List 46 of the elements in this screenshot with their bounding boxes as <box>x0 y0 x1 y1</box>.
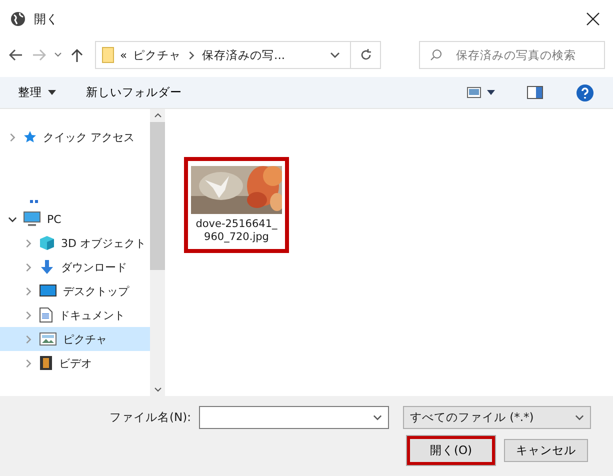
chevron-right-icon[interactable] <box>187 50 196 60</box>
overflow-chevron[interactable]: « <box>120 48 128 62</box>
refresh-icon[interactable] <box>360 49 372 61</box>
star-icon <box>23 130 37 144</box>
chevron-down-icon[interactable] <box>8 214 17 224</box>
search-icon <box>430 49 442 61</box>
file-name-label: ファイル名(N): <box>110 410 191 425</box>
nav-item[interactable]: ビデオ <box>0 351 150 375</box>
chevron-down-icon[interactable] <box>330 52 340 58</box>
chevron-down-icon[interactable] <box>575 413 584 422</box>
file-item[interactable]: dove-2516641_960_720.jpg <box>184 157 289 254</box>
scrollbar[interactable] <box>150 109 165 396</box>
scroll-down-icon[interactable] <box>154 387 162 392</box>
nav-item[interactable]: ピクチャ <box>0 327 150 351</box>
desktop-icon <box>39 284 57 298</box>
nav-item[interactable]: 3D オブジェクト <box>0 231 150 255</box>
cube-icon <box>39 235 55 251</box>
file-name-field[interactable] <box>199 406 389 429</box>
help-button[interactable] <box>575 82 595 102</box>
nav-item[interactable]: PC <box>0 207 150 231</box>
folder-icon <box>102 47 114 63</box>
document-icon <box>39 307 53 323</box>
address-bar[interactable]: « ピクチャ 保存済みの写... <box>95 41 381 69</box>
breadcrumb[interactable]: 保存済みの写... <box>202 48 286 62</box>
chevron-down-icon[interactable] <box>373 413 382 422</box>
nav-item[interactable]: デスクトップ <box>0 279 150 303</box>
breadcrumb[interactable]: ピクチャ <box>133 48 182 62</box>
new-folder-button[interactable]: 新しいフォルダー <box>86 85 182 100</box>
nav-item[interactable]: ドキュメント <box>0 303 150 327</box>
globe-icon <box>10 11 26 27</box>
window-title: 開く <box>34 10 59 28</box>
caret-icon[interactable] <box>487 90 495 95</box>
film-icon <box>39 355 53 371</box>
view-button[interactable] <box>467 87 495 98</box>
caret-icon[interactable] <box>48 90 56 95</box>
scroll-up-icon[interactable] <box>154 113 162 118</box>
nav-item[interactable]: ダウンロード <box>0 255 150 279</box>
image-icon <box>39 332 57 346</box>
search-field[interactable]: 保存済みの写真の検索 <box>419 41 605 69</box>
monitor-icon <box>23 211 41 227</box>
organize-button[interactable]: 整理 <box>18 85 56 100</box>
file-type-dropdown[interactable]: すべてのファイル (*.*) <box>403 406 591 429</box>
cancel-button[interactable]: キャンセル <box>504 439 588 462</box>
open-button[interactable]: 開く(O) <box>406 435 496 466</box>
nav-item[interactable]: クイック アクセス <box>0 125 150 149</box>
down-arrow-icon <box>39 259 55 275</box>
